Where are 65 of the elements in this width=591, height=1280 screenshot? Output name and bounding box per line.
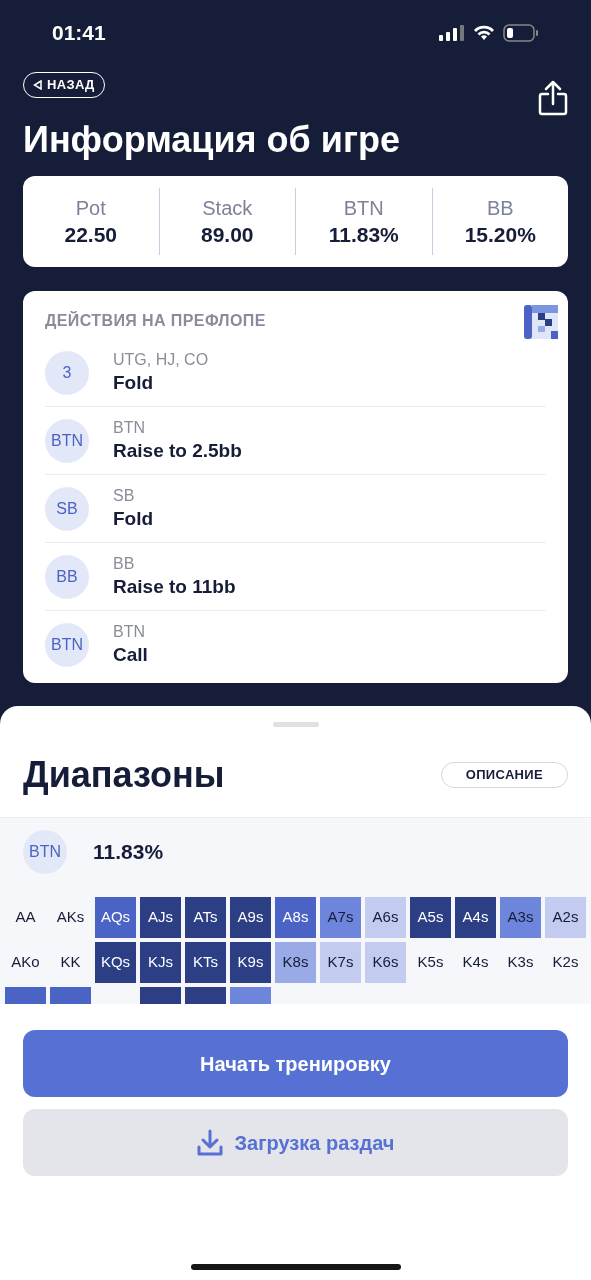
hand-cell[interactable]: K2s <box>545 942 586 983</box>
action-label: Raise to 11bb <box>113 574 236 599</box>
hand-cell[interactable]: A5s <box>410 897 451 938</box>
action-players: UTG, HJ, CO <box>113 349 209 370</box>
action-players: BB <box>113 553 136 574</box>
hand-cell[interactable]: ATs <box>185 897 226 938</box>
hand-cell[interactable]: AJs <box>140 897 181 938</box>
position-badge: BTN <box>45 418 89 463</box>
action-label: Fold <box>113 370 155 395</box>
download-icon <box>196 1128 223 1157</box>
stat-label: BB <box>486 195 514 221</box>
hand-cell[interactable]: KQs <box>95 942 136 983</box>
hand-cell[interactable]: K5s <box>410 942 451 983</box>
back-icon <box>33 80 42 90</box>
stat-value: 22.50 <box>64 221 118 248</box>
stat-label: Pot <box>75 195 106 221</box>
action-label: Fold <box>113 506 154 531</box>
download-hands-button[interactable]: Загрузка раздач <box>23 1109 568 1176</box>
status-time: 01:41 <box>52 20 106 47</box>
hand-cell[interactable]: K8s <box>275 942 316 983</box>
hand-cell[interactable]: K4s <box>455 942 496 983</box>
signal-icon <box>439 25 465 41</box>
action-players: BTN <box>113 622 146 642</box>
hand-cell[interactable]: KTs <box>185 942 226 983</box>
hand-cell[interactable]: A8s <box>275 897 316 938</box>
hand-cell[interactable]: K3s <box>500 942 541 983</box>
battery-icon <box>503 24 539 42</box>
hand-cell[interactable]: K6s <box>365 942 406 983</box>
hand-cell[interactable]: AQs <box>95 897 136 938</box>
hand-cell[interactable]: A3s <box>500 897 541 938</box>
stat-value: 89.00 <box>200 221 254 248</box>
section-heading: ДЕЙСТВИЯ НА ПРЕФЛОПЕ <box>45 310 266 331</box>
hand-cell[interactable]: K7s <box>320 942 361 983</box>
hand-cell[interactable]: A2s <box>545 897 586 938</box>
hand-cell[interactable]: AKo <box>5 942 46 983</box>
hand-cell[interactable]: A9s <box>230 897 271 938</box>
ranges-title: Диапазоны <box>23 753 225 797</box>
action-players: SB <box>113 485 136 506</box>
hand-cell[interactable]: AKs <box>50 897 91 938</box>
action-label: Raise to 2.5bb <box>113 438 242 463</box>
share-icon[interactable] <box>538 80 568 116</box>
stat-value: 15.20% <box>464 221 536 248</box>
action-label: Call <box>113 643 148 667</box>
hand-cell[interactable]: KJs <box>140 942 181 983</box>
stat-label: Stack <box>202 195 253 221</box>
hand-cell[interactable]: KK <box>50 942 91 983</box>
stat-label: BTN <box>343 195 384 221</box>
hand-cell[interactable]: A4s <box>455 897 496 938</box>
start-training-button[interactable]: Начать тренировку <box>23 1030 568 1097</box>
position-badge: BTN <box>45 623 89 667</box>
hand-cell[interactable]: K9s <box>230 942 271 983</box>
page-title: Информация об игре <box>22 118 401 162</box>
range-percent: 11.83% <box>93 838 164 865</box>
hand-cell[interactable]: A6s <box>365 897 406 938</box>
hand-cell[interactable]: AA <box>5 897 46 938</box>
position-badge: SB <box>45 486 89 531</box>
position-badge: 3 <box>45 350 89 395</box>
action-players: BTN <box>113 417 146 438</box>
hand-cell[interactable]: A7s <box>320 897 361 938</box>
stat-value: 11.83% <box>328 221 399 248</box>
drag-handle[interactable] <box>272 722 319 727</box>
wifi-icon <box>473 25 495 41</box>
position-badge: BB <box>45 554 89 599</box>
grid-icon[interactable] <box>524 305 558 339</box>
position-badge: BTN <box>23 829 67 874</box>
